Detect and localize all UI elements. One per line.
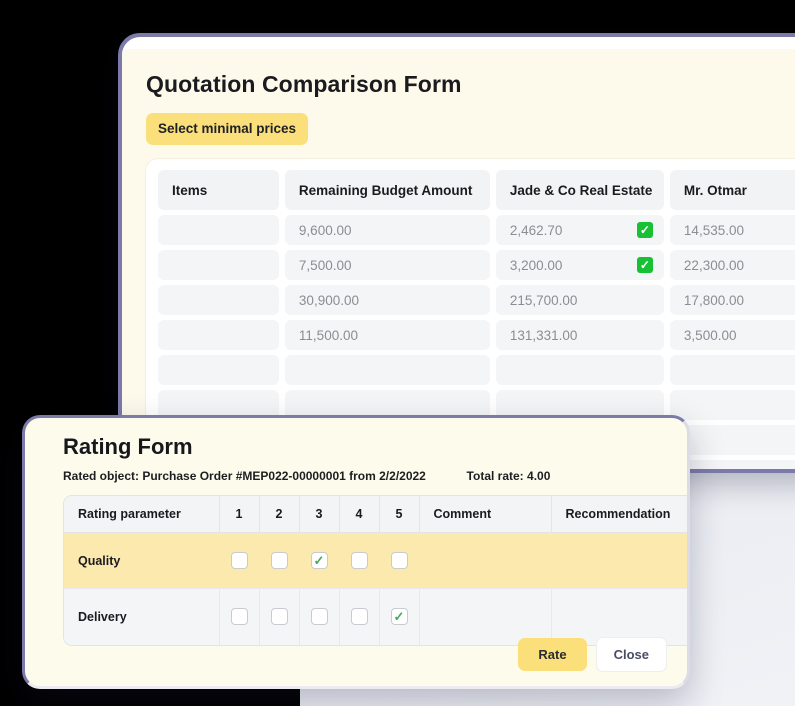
cell-mr-otmar[interactable]: 3,500.00✓ [669,320,795,350]
rating-row: Quality [64,532,687,589]
price-value: 3,200.00 [509,257,563,273]
rating-table-container: Rating parameter 1 2 3 4 5 Comment Recom… [63,495,687,646]
column-header-score-1: 1 [219,496,260,533]
cell-items[interactable] [158,250,279,280]
price-value: 215,700.00 [509,292,578,308]
column-header-items[interactable]: Items [158,170,279,210]
rating-form-actions: Rate Close [518,637,667,672]
total-rate-value: 4.00 [527,469,551,483]
column-header-recommendation: Recommendation [551,496,687,533]
column-header-rating-parameter: Rating parameter [64,496,220,533]
score-checkbox[interactable] [390,552,408,569]
cell-jade-co-real-estate[interactable]: 215,700.00 [495,285,664,315]
rating-score-cell-5[interactable] [379,532,420,589]
rating-table-body: QualityDelivery [64,532,687,645]
screenshot-stage: Quotation Comparison Form Select minimal… [0,0,795,706]
rating-parameter-label: Delivery [64,588,220,645]
score-checkbox[interactable] [230,608,248,626]
rate-button[interactable]: Rate [518,638,587,671]
column-header-score-3: 3 [299,496,340,533]
cell-items[interactable] [158,215,279,245]
cell-items[interactable] [158,320,279,350]
score-checkbox[interactable] [270,608,288,626]
score-checkbox[interactable] [310,608,328,626]
cell-items[interactable] [158,285,279,315]
price-value: 14,535.00 [683,222,744,238]
rating-table: Rating parameter 1 2 3 4 5 Comment Recom… [64,496,687,645]
cell-mr-otmar[interactable]: 22,300.00 [669,250,795,280]
price-value: 17,800.00 [683,292,744,308]
rating-form-title: Rating Form [63,434,193,459]
rating-parameter-label: Quality [64,532,220,589]
rating-score-cell-5[interactable] [379,588,420,645]
rating-score-cell-2[interactable] [259,588,300,645]
selected-check-icon[interactable]: ✓ [636,257,653,273]
score-checkbox[interactable] [350,608,368,626]
select-minimal-prices-button[interactable]: Select minimal prices [146,113,309,145]
table-row: 11,500.00 131,331.00 3,500.00✓ [158,320,795,350]
price-value: 3,500.00 [683,327,737,343]
column-header-score-2: 2 [259,496,300,533]
rating-form-meta: Rated object: Purchase Order #MEP022-000… [63,469,667,483]
cell-remaining-budget[interactable]: 30,900.00 [284,285,490,315]
table-row: 7,500.00 3,200.00 ✓ 22,300.00 [158,250,795,280]
table-header-row: Items Remaining Budget Amount Jade & Co … [158,170,795,210]
cell-mr-otmar[interactable] [669,355,795,385]
score-checkbox[interactable] [350,552,368,569]
rating-score-cell-1[interactable] [219,588,260,645]
column-header-otmar[interactable]: Mr. Otmar [669,170,795,210]
cell-mr-otmar[interactable]: 14,535.00 [669,215,795,245]
score-checkbox[interactable] [230,552,248,569]
score-checkbox[interactable] [270,552,288,569]
column-header-score-5: 5 [379,496,420,533]
selected-check-icon[interactable]: ✓ [636,222,653,238]
rating-score-cell-2[interactable] [259,532,300,589]
score-checkbox[interactable] [390,608,408,626]
column-header-budget[interactable]: Remaining Budget Amount [284,170,490,210]
rating-score-cell-4[interactable] [339,532,380,589]
cell-jade-co-real-estate[interactable]: 131,331.00 [495,320,664,350]
table-row [158,355,795,385]
table-row: 30,900.00 215,700.00 17,800.00✓ [158,285,795,315]
cell-remaining-budget[interactable] [284,355,490,385]
column-header-score-4: 4 [339,496,380,533]
cell-remaining-budget[interactable]: 7,500.00 [284,250,490,280]
score-checkbox[interactable] [310,552,328,569]
rated-object-label: Rated object: Purchase Order #MEP022-000… [63,469,426,483]
column-header-jade[interactable]: Jade & Co Real Estate [495,170,664,210]
price-value: 2,462.70 [509,222,563,238]
cell-remaining-budget[interactable]: 11,500.00 [284,320,490,350]
column-header-comment: Comment [419,496,552,533]
close-button[interactable]: Close [595,637,667,672]
cell-jade-co-real-estate[interactable]: 2,462.70 ✓ [495,215,664,245]
price-value: 131,331.00 [509,327,578,343]
cell-jade-co-real-estate[interactable] [495,355,664,385]
rating-form-dialog: Rating Form Rated object: Purchase Order… [22,415,690,689]
cell-jade-co-real-estate[interactable]: 3,200.00 ✓ [495,250,664,280]
rating-score-cell-4[interactable] [339,588,380,645]
rating-score-cell-3[interactable] [299,588,340,645]
table-row: 9,600.00 2,462.70 ✓ 14,535.00 [158,215,795,245]
quotation-comparison-body: Quotation Comparison Form Select minimal… [122,49,795,469]
rating-header-row: Rating parameter 1 2 3 4 5 Comment Recom… [64,496,687,533]
rating-recommendation-cell[interactable] [551,532,687,589]
rating-score-cell-3[interactable] [299,532,340,589]
cell-mr-otmar[interactable] [669,390,795,420]
cell-remaining-budget[interactable]: 9,600.00 [284,215,490,245]
rating-score-cell-1[interactable] [219,532,260,589]
cell-mr-otmar[interactable]: 17,800.00✓ [669,285,795,315]
rating-comment-cell[interactable] [419,532,552,589]
price-value: 22,300.00 [683,257,744,273]
total-rate-label: Total rate: [466,469,524,483]
page-title: Quotation Comparison Form [146,71,462,97]
cell-items[interactable] [158,355,279,385]
quotation-comparison-window: Quotation Comparison Form Select minimal… [118,33,795,473]
